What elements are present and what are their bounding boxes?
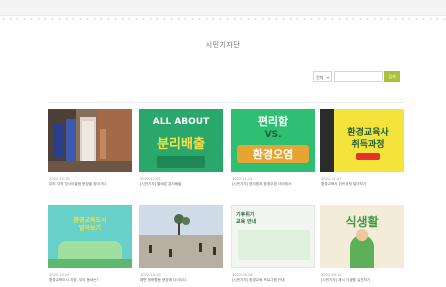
search-category-select[interactable]: 전체 ▾ bbox=[313, 71, 332, 82]
thumb-caption-top: ALL ABOUT bbox=[152, 117, 210, 127]
post-title[interactable]: 해변 정화활동 현장에 다녀오다 bbox=[140, 278, 222, 283]
thumb-caption-top: 기후위기 bbox=[236, 212, 255, 218]
search-button[interactable]: 검색 bbox=[384, 71, 400, 82]
post-title[interactable]: [시민기자] 올바른 분리배출 bbox=[140, 182, 222, 187]
face-illustration bbox=[356, 229, 368, 241]
post-title[interactable]: 환경교육도시 지정, 우리 동네는? bbox=[49, 278, 131, 283]
post-date: 2022.09.26 bbox=[232, 273, 253, 277]
post-card-8[interactable]: 식생활 2022.09.12 [시민기자] 채식 식생활 실천하기 bbox=[320, 205, 404, 287]
post-title[interactable]: 우리 지역 업사이클링 현장을 찾아가다 bbox=[49, 182, 131, 187]
post-title[interactable]: [시민기자] 환경교육 프로그램 안내 bbox=[232, 278, 314, 283]
thumb-caption-main: 취득과정 bbox=[351, 140, 385, 150]
post-card-7[interactable]: 기후위기 교육 안내 2022.09.26 [시민기자] 환경교육 프로그램 안… bbox=[231, 205, 315, 287]
post-thumbnail-7[interactable]: 기후위기 교육 안내 bbox=[231, 205, 315, 268]
chevron-down-icon: ▾ bbox=[326, 75, 329, 80]
post-date: 2022.10.10 bbox=[140, 273, 161, 277]
search-input[interactable] bbox=[334, 71, 383, 82]
post-date: 2022.11.21 bbox=[232, 177, 253, 181]
beach-photo bbox=[139, 205, 223, 268]
hallway-photo bbox=[48, 109, 132, 172]
thumb-caption-main: 분리배출 bbox=[157, 137, 205, 152]
post-thumbnail-5[interactable]: 환경교육도시 알아보기 bbox=[48, 205, 132, 268]
people-illustration bbox=[58, 241, 122, 259]
post-card-1[interactable]: 2022.12.19 우리 지역 업사이클링 현장을 찾아가다 bbox=[48, 109, 132, 189]
thumb-caption-main: 식생활 bbox=[345, 215, 379, 229]
list-divider bbox=[48, 102, 404, 103]
post-card-5[interactable]: 환경교육도시 알아보기 2022.10.24 환경교육도시 지정, 우리 동네는… bbox=[48, 205, 132, 287]
post-thumbnail-1[interactable] bbox=[48, 109, 132, 172]
top-navigation-bar bbox=[0, 0, 446, 16]
thumb-caption-main: 교육 안내 bbox=[236, 219, 257, 225]
post-thumbnail-8[interactable]: 식생활 bbox=[320, 205, 404, 268]
post-thumbnail-6[interactable] bbox=[139, 205, 223, 268]
post-title[interactable]: [시민기자] 편리함과 환경오염 사이에서 bbox=[232, 182, 314, 187]
post-card-4[interactable]: 환경교육사 취득과정 2022.11.07 환경교육사 취득과정 알아보기 bbox=[320, 109, 404, 189]
recycle-bins-illustration bbox=[157, 156, 205, 168]
ground-strip bbox=[48, 259, 132, 268]
post-date: 2022.11.07 bbox=[321, 177, 342, 181]
post-thumbnail-2[interactable]: ALL ABOUT 분리배출 bbox=[139, 109, 223, 172]
thumb-caption-main: 알아보기 bbox=[78, 225, 102, 232]
post-card-6[interactable]: 2022.10.10 해변 정화활동 현장에 다녀오다 bbox=[139, 205, 223, 287]
label-badge bbox=[356, 153, 380, 160]
thumb-caption-main: 환경오염 bbox=[237, 145, 309, 163]
post-date: 2022.12.19 bbox=[49, 177, 70, 181]
thumb-caption-mid: VS. bbox=[264, 130, 282, 140]
post-date: 2022.12.05 bbox=[140, 177, 161, 181]
post-thumbnail-3[interactable]: 편리함 VS. 환경오염 bbox=[231, 109, 315, 172]
poster-content-block bbox=[238, 230, 310, 260]
post-title[interactable]: [시민기자] 채식 식생활 실천하기 bbox=[321, 278, 403, 283]
thumb-caption-top: 편리함 bbox=[257, 115, 289, 128]
post-card-2[interactable]: ALL ABOUT 분리배출 2022.12.05 [시민기자] 올바른 분리배… bbox=[139, 109, 223, 189]
search-category-value: 전체 bbox=[316, 75, 324, 80]
post-thumbnail-4[interactable]: 환경교육사 취득과정 bbox=[320, 109, 404, 172]
post-date: 2022.10.24 bbox=[49, 273, 70, 277]
post-card-3[interactable]: 편리함 VS. 환경오염 2022.11.21 [시민기자] 편리함과 환경오염… bbox=[231, 109, 315, 189]
post-title[interactable]: 환경교육사 취득과정 알아보기 bbox=[321, 182, 403, 187]
decorative-dotted-line bbox=[0, 17, 446, 21]
post-date: 2022.09.12 bbox=[321, 273, 342, 277]
page-title: 시민기자단 bbox=[205, 41, 241, 49]
